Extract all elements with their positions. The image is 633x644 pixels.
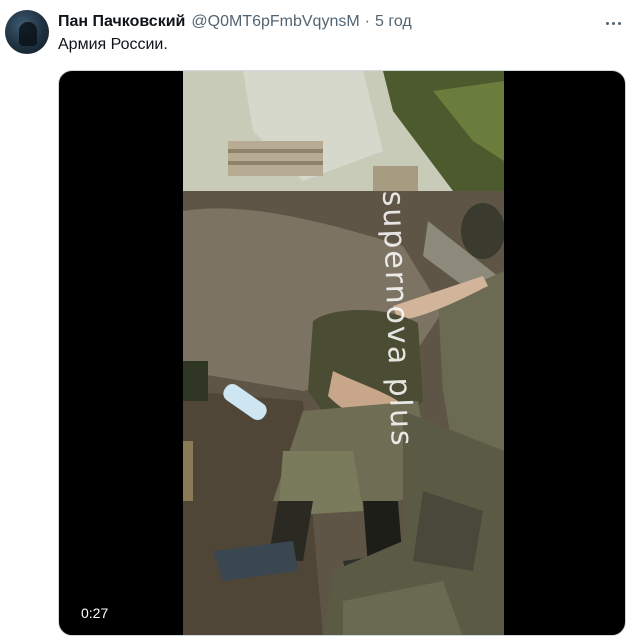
tweet-text: Армия России. — [58, 36, 168, 53]
video-player[interactable]: supernova plus 0:27 — [58, 70, 626, 636]
video-scene: supernova plus — [183, 71, 504, 635]
more-horizontal-icon — [605, 21, 609, 25]
video-frame[interactable]: supernova plus — [183, 71, 504, 635]
tweet[interactable]: Пан Пачковский @Q0MT6pFmbVqynsM · 5 год … — [0, 0, 633, 644]
avatar-figure — [19, 22, 37, 46]
timestamp[interactable]: 5 год — [375, 13, 412, 31]
more-horizontal-icon-dot — [617, 21, 621, 25]
separator: · — [364, 13, 370, 30]
author-name[interactable]: Пан Пачковский — [58, 13, 185, 31]
author-avatar[interactable] — [5, 10, 49, 54]
author-handle[interactable]: @Q0MT6pFmbVqynsM — [191, 13, 359, 31]
more-options-button[interactable] — [600, 10, 626, 36]
more-horizontal-icon-dot — [611, 21, 615, 25]
video-duration-badge: 0:27 — [75, 602, 115, 624]
tweet-header: Пан Пачковский @Q0MT6pFmbVqynsM · 5 год — [58, 11, 412, 33]
